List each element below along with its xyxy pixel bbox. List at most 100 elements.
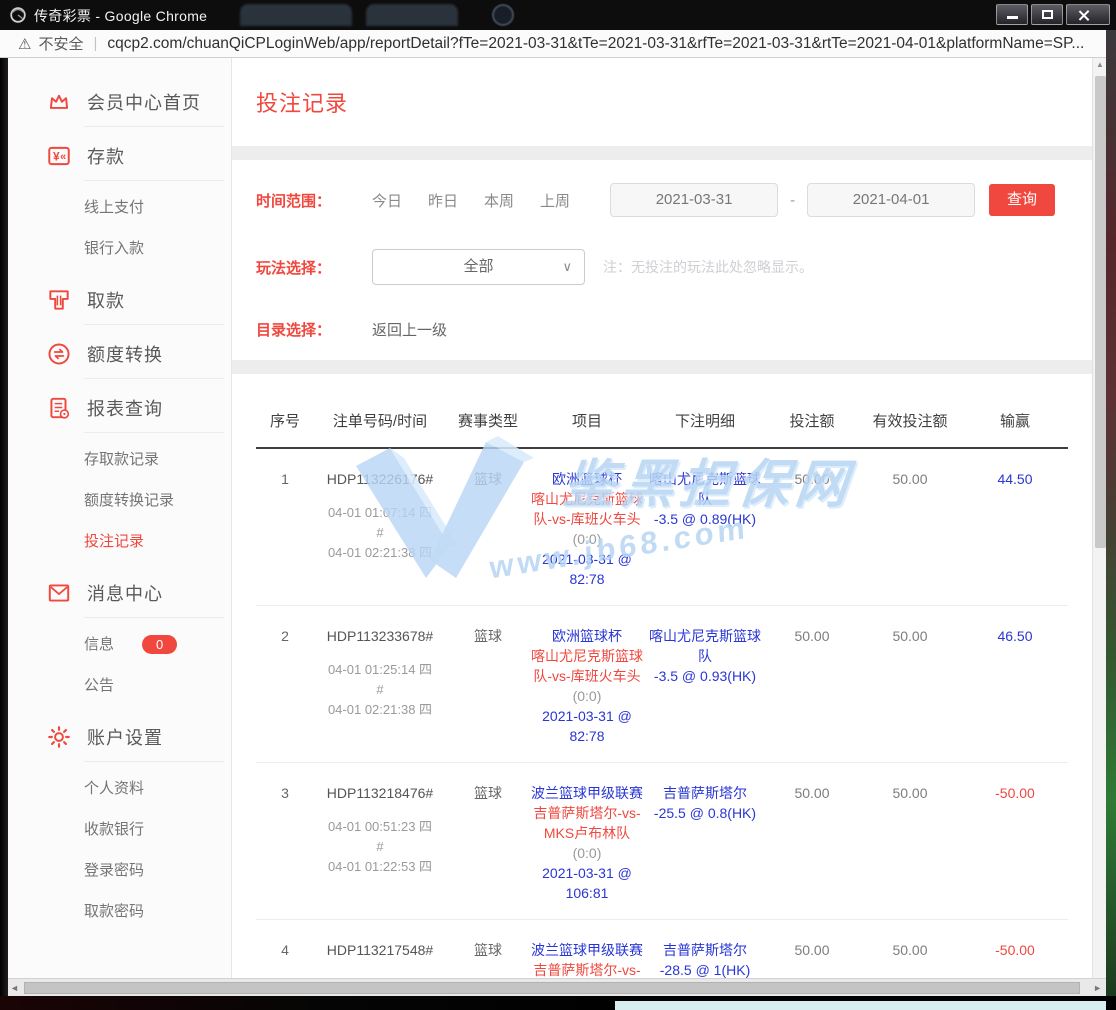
minimize-button[interactable] <box>996 4 1028 25</box>
sidebar-item[interactable]: 公告 <box>8 664 231 705</box>
sidebar-subitems: 个人资料收款银行登录密码取款密码 <box>8 765 231 937</box>
vertical-scrollbar-thumb[interactable] <box>1095 76 1106 548</box>
table-row: 4HDP113217548#04-01 00:50:01 四#04-01 01:… <box>256 920 1068 978</box>
table-row: 1HDP113226176#04-01 01:07:14 四#04-01 02:… <box>256 449 1068 606</box>
scroll-up-icon[interactable]: ▲ <box>1093 60 1107 69</box>
detail-cell: 吉普萨斯塔尔-25.5 @ 0.8(HK) <box>644 783 766 903</box>
sidebar-item[interactable]: 额度转换记录 <box>8 479 231 520</box>
order-number: HDP113217548# <box>314 940 446 960</box>
sidebar-group[interactable]: 额度转换 <box>8 328 231 378</box>
bet-pick-link[interactable]: 喀山尤尼克斯篮球队 <box>644 626 766 666</box>
match-score: (0:0) <box>573 531 602 547</box>
sidebar-group[interactable]: 账户设置 <box>8 711 231 761</box>
close-button[interactable] <box>1066 4 1110 25</box>
play-select-note: 注：无投注的玩法此处忽略显示。 <box>603 257 813 277</box>
valid-amount-cell: 50.00 <box>858 940 962 978</box>
result-link[interactable]: 2021-03-31 @ 82:78 <box>530 549 644 589</box>
win-loss-cell: -50.00 <box>962 940 1068 978</box>
play-select-value: 全部 <box>463 258 493 275</box>
league-link[interactable]: 波兰篮球甲级联赛 <box>530 940 644 960</box>
window-title: 传奇彩票 - Google Chrome <box>34 6 207 26</box>
transfer-icon <box>46 341 72 367</box>
league-link[interactable]: 波兰篮球甲级联赛 <box>530 783 644 803</box>
sidebar-subitems: 信息0公告 <box>8 621 231 711</box>
quick-range-link[interactable]: 上周 <box>540 190 570 211</box>
order-cell: HDP113218476#04-01 00:51:23 四#04-01 01:2… <box>314 783 446 903</box>
sidebar-item[interactable]: 个人资料 <box>8 767 231 808</box>
sidebar-group[interactable]: ¥«存款 <box>8 130 231 180</box>
sidebar-item[interactable]: 存取款记录 <box>8 438 231 479</box>
vertical-scrollbar[interactable]: ▲ <box>1092 58 1106 978</box>
sidebar-group[interactable]: 消息中心 <box>8 567 231 617</box>
play-select-label: 玩法选择： <box>256 257 372 278</box>
bet-time: 04-01 00:51:23 四 <box>314 817 446 837</box>
sidebar-group[interactable]: 报表查询 <box>8 382 231 432</box>
bet-odds: -3.5 @ 0.93(HK) <box>644 666 766 686</box>
result-link[interactable]: 2021-03-31 @ 82:78 <box>530 706 644 746</box>
play-select-row: 玩法选择： 全部 ∨ 注：无投注的玩法此处忽略显示。 <box>256 248 1082 286</box>
sidebar-item[interactable]: 登录密码 <box>8 849 231 890</box>
win-loss-cell: -50.00 <box>962 783 1068 903</box>
back-up-level-link[interactable]: 返回上一级 <box>372 319 447 340</box>
sidebar-item[interactable]: 投注记录 <box>8 520 231 561</box>
scroll-left-icon[interactable]: ◄ <box>10 983 19 993</box>
security-label[interactable]: 不安全 <box>38 33 83 54</box>
match-name: 喀山尤尼克斯篮球队-vs-库班火车头 (0:0) <box>530 646 644 706</box>
settle-time: 04-01 02:21:38 四 <box>314 543 446 563</box>
bet-pick-link[interactable]: 吉普萨斯塔尔 <box>644 940 766 960</box>
sidebar-item[interactable]: 银行入款 <box>8 227 231 268</box>
bet-pick-link[interactable]: 喀山尤尼克斯篮球队 <box>644 469 766 509</box>
sport-cell: 篮球 <box>446 469 530 589</box>
unread-count-badge: 0 <box>142 635 177 654</box>
sidebar-group[interactable]: 会员中心首页 <box>8 76 231 126</box>
taskbar-glimpse <box>615 1001 1106 1010</box>
seq-cell: 1 <box>256 469 314 589</box>
league-link[interactable]: 欧洲篮球杯 <box>530 626 644 646</box>
background-favicon <box>492 4 514 26</box>
bet-pick-link[interactable]: 吉普萨斯塔尔 <box>644 783 766 803</box>
sidebar-item[interactable]: 信息0 <box>8 623 231 664</box>
window-controls <box>996 4 1110 25</box>
horizontal-scrollbar[interactable]: ◄ ► <box>8 978 1106 996</box>
search-button[interactable]: 查询 <box>989 184 1055 216</box>
maximize-button[interactable] <box>1031 4 1063 25</box>
sidebar-item[interactable]: 取款密码 <box>8 890 231 931</box>
date-from-input[interactable]: 2021-03-31 <box>610 183 778 217</box>
sidebar-item[interactable]: 线上支付 <box>8 186 231 227</box>
sidebar-group-label: 报表查询 <box>87 395 163 421</box>
date-to-input[interactable]: 2021-04-01 <box>807 183 975 217</box>
league-link[interactable]: 欧洲篮球杯 <box>530 469 644 489</box>
bet-amount-cell: 50.00 <box>766 940 858 978</box>
dir-select-label: 目录选择： <box>256 319 372 340</box>
column-header: 赛事类型 <box>446 410 530 431</box>
bet-amount-cell: 50.00 <box>766 469 858 589</box>
filters-panel: 时间范围： 今日昨日本周上周 2021-03-31 - 2021-04-01 查… <box>232 160 1092 360</box>
warning-icon[interactable]: ⚠ <box>18 35 31 53</box>
quick-range-link[interactable]: 本周 <box>484 190 514 211</box>
order-cell: HDP113233678#04-01 01:25:14 四#04-01 02:2… <box>314 626 446 746</box>
column-header: 序号 <box>256 410 314 431</box>
detail-cell: 吉普萨斯塔尔-28.5 @ 1(HK) <box>644 940 766 978</box>
sidebar-group[interactable]: 取款 <box>8 274 231 324</box>
column-header: 下注明细 <box>644 410 766 431</box>
match-score: (0:0) <box>573 688 602 704</box>
quick-range-link[interactable]: 昨日 <box>428 190 458 211</box>
dir-select-row: 目录选择： 返回上一级 <box>256 314 1082 344</box>
bet-amount-cell: 50.00 <box>766 626 858 746</box>
url-text[interactable]: cqcp2.com/chuanQiCPLoginWeb/app/reportDe… <box>107 35 1084 53</box>
address-bar[interactable]: ⚠ 不安全 | cqcp2.com/chuanQiCPLoginWeb/app/… <box>0 30 1116 58</box>
scroll-right-icon[interactable]: ► <box>1093 983 1102 993</box>
page-title: 投注记录 <box>256 86 348 118</box>
match-teams: 吉普萨斯塔尔-vs-MKS卢布林队 <box>533 962 640 978</box>
sport-cell: 篮球 <box>446 783 530 903</box>
maximize-icon <box>1042 10 1053 19</box>
sidebar-item[interactable]: 收款银行 <box>8 808 231 849</box>
time-separator: # <box>314 680 446 700</box>
play-select-dropdown[interactable]: 全部 ∨ <box>372 249 585 285</box>
column-header: 有效投注额 <box>858 410 962 431</box>
table-row: 3HDP113218476#04-01 00:51:23 四#04-01 01:… <box>256 763 1068 920</box>
main-content: 投注记录 时间范围： 今日昨日本周上周 2021-03-31 - 2021-04… <box>232 58 1092 978</box>
quick-range-link[interactable]: 今日 <box>372 190 402 211</box>
result-link[interactable]: 2021-03-31 @ 106:81 <box>530 863 644 903</box>
horizontal-scrollbar-thumb[interactable] <box>24 982 1080 994</box>
